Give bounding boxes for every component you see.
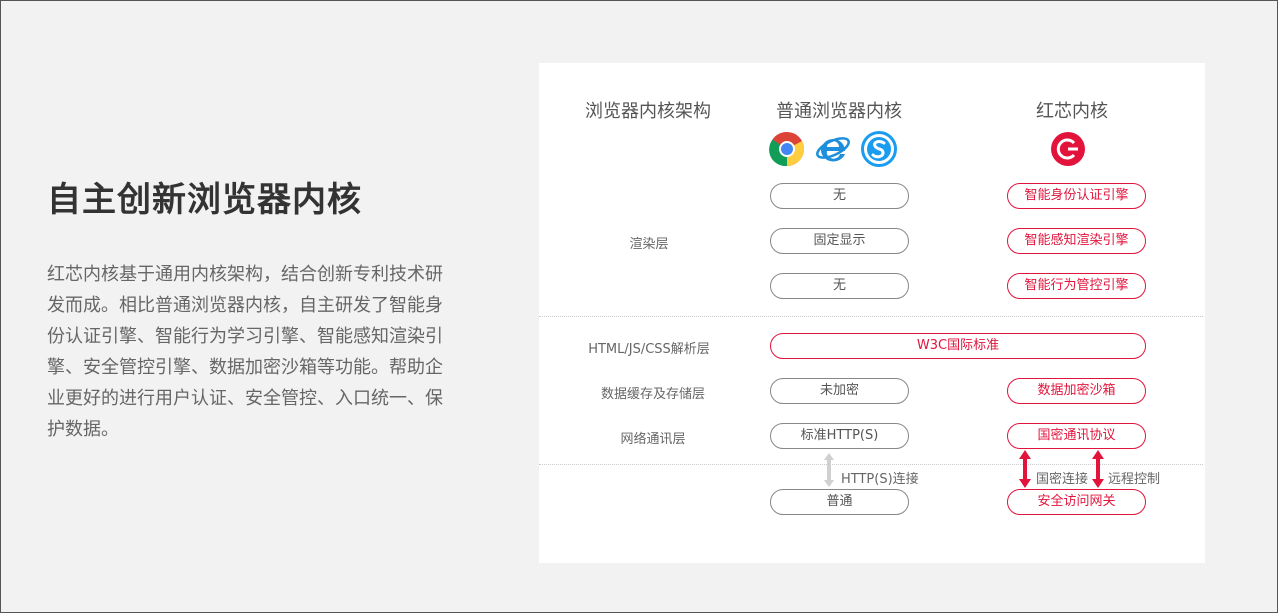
redcore-storage: 数据加密沙箱	[1007, 378, 1146, 404]
ie-icon	[815, 131, 851, 167]
normal-storage: 未加密	[770, 378, 909, 404]
header-normal-kernel: 普通浏览器内核	[776, 101, 902, 122]
normal-connection-arrow	[822, 451, 836, 489]
secure-access-gateway: 安全访问网关	[1007, 489, 1146, 515]
redcore-secure-note: 国密连接	[1036, 472, 1089, 487]
header-redcore-kernel: 红芯内核	[1036, 101, 1108, 122]
redcore-render-engine: 智能感知渲染引擎	[1007, 228, 1146, 254]
label-render-layer: 渲染层	[629, 237, 669, 252]
normal-endpoint: 普通	[770, 489, 909, 515]
normal-connection-note: HTTP(S)连接	[841, 472, 919, 487]
page-title: 自主创新浏览器内核	[47, 180, 362, 220]
redcore-identity-engine: 智能身份认证引擎	[1007, 183, 1146, 209]
redcore-remote-arrow	[1091, 449, 1105, 489]
intro-description: 红芯内核基于通用内核架构，结合创新专利技术研发而成。相比普通浏览器内核，自主研发…	[47, 264, 443, 440]
label-network-layer: 网络通讯层	[620, 432, 686, 447]
chrome-icon	[769, 131, 805, 167]
intro-section: 自主创新浏览器内核 红芯内核基于通用内核架构，结合创新专利技术研发而成。相比普通…	[47, 177, 457, 445]
redcore-logo-icon	[1050, 131, 1086, 167]
normal-render-behavior: 无	[770, 273, 909, 299]
divider	[539, 316, 1203, 317]
normal-network: 标准HTTP(S)	[770, 423, 909, 449]
redcore-secure-arrow	[1018, 449, 1032, 489]
redcore-behavior-engine: 智能行为管控引擎	[1007, 273, 1146, 299]
header-architecture: 浏览器内核架构	[585, 101, 711, 122]
redcore-remote-note: 远程控制	[1108, 472, 1161, 487]
w3c-standard-bar: W3C国际标准	[770, 333, 1146, 359]
redcore-network: 国密通讯协议	[1007, 423, 1146, 449]
label-storage-layer: 数据缓存及存储层	[600, 387, 705, 402]
normal-render-display: 固定显示	[770, 228, 909, 254]
sogou-browser-icon	[861, 131, 897, 167]
comparison-card: 浏览器内核架构 普通浏览器内核 红芯内核 渲染层 无 固定显示 无 智能身份认证…	[539, 63, 1205, 563]
normal-render-identity: 无	[770, 183, 909, 209]
label-parse-layer: HTML/JS/CSS解析层	[588, 342, 710, 357]
